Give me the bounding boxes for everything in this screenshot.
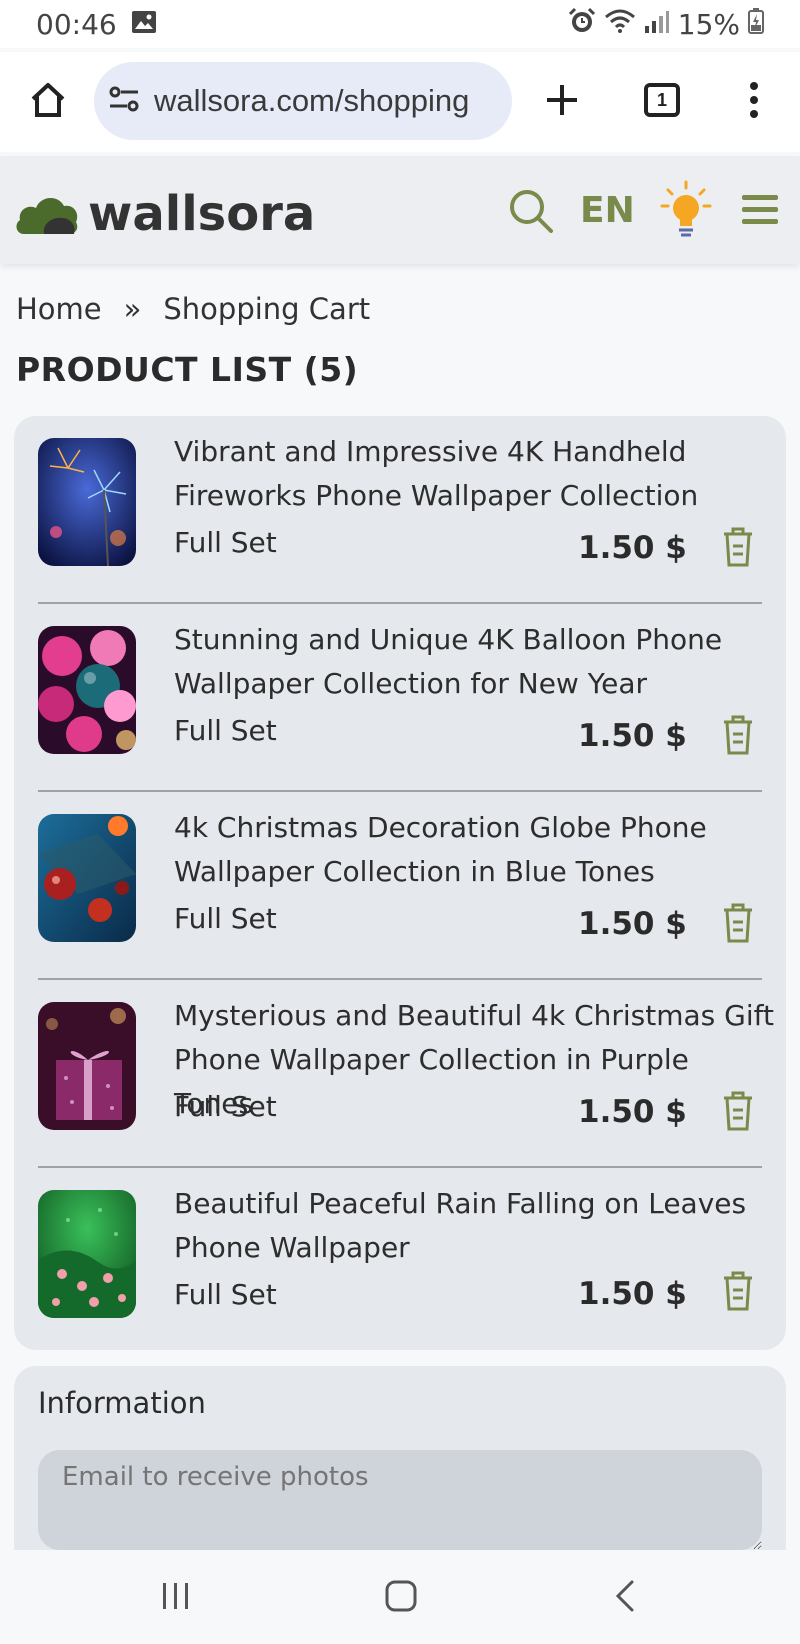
browser-toolbar: wallsora.com/shopping 1 (0, 52, 800, 152)
home-icon (31, 83, 65, 117)
recent-apps-icon[interactable] (160, 1580, 192, 1612)
product-variant: Full Set (174, 526, 277, 559)
product-thumbnail[interactable] (38, 1190, 136, 1318)
product-title[interactable]: Beautiful Peaceful Rain Falling on Leave… (174, 1182, 774, 1270)
product-title[interactable]: Stunning and Unique 4K Balloon Phone Wal… (174, 618, 774, 706)
language-selector[interactable]: EN (580, 190, 635, 231)
product-thumbnail[interactable] (38, 438, 136, 566)
new-tab-button[interactable] (536, 74, 588, 126)
site-settings-icon[interactable] (108, 84, 140, 118)
site-logo[interactable]: wallsora (14, 186, 315, 242)
alarm-icon (568, 7, 596, 42)
home-button[interactable] (22, 74, 74, 126)
search-icon[interactable] (508, 188, 554, 234)
status-time: 00:46 (36, 7, 117, 41)
cloud-logo-icon (16, 197, 78, 234)
list-item: Vibrant and Impressive 4K Handheld Firew… (38, 416, 762, 604)
breadcrumb: Home » Shopping Cart (16, 292, 370, 326)
signal-icon (644, 8, 670, 41)
breadcrumb-home[interactable]: Home (16, 292, 102, 326)
product-price: 1.50 $ (578, 1094, 687, 1130)
product-variant: Full Set (174, 902, 277, 935)
home-nav-icon[interactable] (384, 1578, 418, 1614)
lightbulb-icon[interactable] (660, 180, 712, 240)
plus-icon (547, 85, 577, 115)
product-variant: Full Set (174, 1278, 277, 1311)
product-price: 1.50 $ (578, 1276, 687, 1312)
product-price: 1.50 $ (578, 718, 687, 754)
battery-icon (748, 7, 764, 41)
menu-icon[interactable] (740, 192, 780, 228)
list-item: Mysterious and Beautiful 4k Christmas Gi… (38, 980, 774, 1168)
site-header: wallsora EN (0, 156, 800, 264)
more-vert-icon (750, 82, 758, 118)
product-variant: Full Set (174, 714, 277, 747)
information-card: Information (14, 1366, 786, 1566)
trash-icon[interactable] (720, 1268, 756, 1312)
email-field[interactable] (38, 1450, 762, 1550)
product-thumbnail[interactable] (38, 814, 136, 942)
address-bar[interactable]: wallsora.com/shopping (94, 62, 512, 140)
product-list-card: Vibrant and Impressive 4K Handheld Firew… (14, 416, 786, 1350)
product-price: 1.50 $ (578, 906, 687, 942)
product-thumbnail[interactable] (38, 1002, 136, 1130)
product-title[interactable]: Vibrant and Impressive 4K Handheld Firew… (174, 430, 774, 518)
page-title: PRODUCT LIST (5) (16, 350, 359, 389)
product-price: 1.50 $ (578, 530, 687, 566)
back-icon[interactable] (612, 1578, 636, 1614)
list-item: Stunning and Unique 4K Balloon Phone Wal… (38, 604, 762, 792)
trash-icon[interactable] (720, 900, 756, 944)
tabs-button[interactable]: 1 (636, 74, 688, 126)
image-icon (131, 8, 157, 41)
trash-icon[interactable] (720, 1088, 756, 1132)
more-options-button[interactable] (728, 74, 780, 126)
list-item: 4k Christmas Decoration Globe Phone Wall… (38, 792, 762, 980)
url-text: wallsora.com/shopping (154, 83, 470, 118)
breadcrumb-current: Shopping Cart (163, 292, 371, 326)
tab-count: 1 (656, 89, 667, 110)
trash-icon[interactable] (720, 712, 756, 756)
product-title[interactable]: 4k Christmas Decoration Globe Phone Wall… (174, 806, 774, 894)
breadcrumb-separator: » (123, 292, 142, 326)
trash-icon[interactable] (720, 524, 756, 568)
wifi-icon (604, 8, 636, 41)
information-title: Information (38, 1386, 206, 1420)
product-thumbnail[interactable] (38, 626, 136, 754)
list-item: Beautiful Peaceful Rain Falling on Leave… (38, 1168, 762, 1356)
logo-text: wallsora (88, 186, 316, 242)
system-nav-bar (0, 1550, 800, 1644)
tabs-icon: 1 (644, 83, 680, 117)
battery-percent: 15% (677, 7, 740, 41)
status-bar: 00:46 15% (0, 0, 800, 48)
product-variant: Full Set (174, 1090, 277, 1123)
